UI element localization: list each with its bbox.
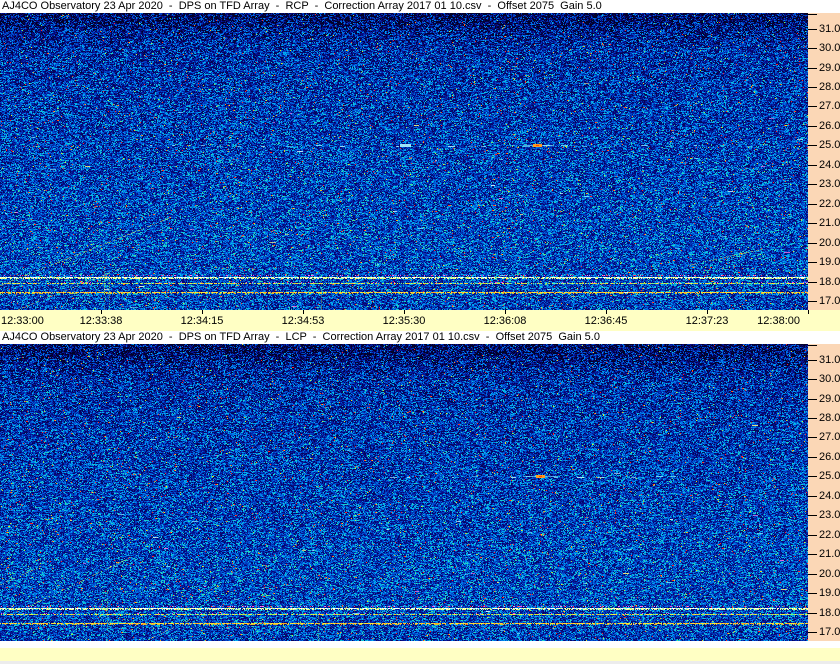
freq-tick-label: 19.0 bbox=[819, 587, 840, 599]
freq-tick bbox=[808, 87, 817, 88]
freq-tick bbox=[808, 14, 817, 15]
spectrogram-title-rcp: AJ4CO Observatory 23 Apr 2020 - DPS on T… bbox=[0, 0, 840, 13]
freq-tick-label: 25.0 bbox=[819, 139, 840, 151]
freq-tick-label: 31.0 bbox=[819, 23, 840, 35]
freq-tick bbox=[808, 496, 817, 497]
freq-tick-label: 24.0 bbox=[819, 159, 840, 171]
freq-tick bbox=[808, 437, 817, 438]
freq-tick bbox=[808, 262, 817, 263]
time-tick-label: 12:34:15 bbox=[180, 315, 224, 327]
freq-tick-label: 28.0 bbox=[819, 81, 840, 93]
freq-tick-label: 25.0 bbox=[819, 470, 840, 482]
freq-tick bbox=[808, 574, 817, 575]
freq-tick bbox=[808, 243, 817, 244]
freq-tick-label: 22.0 bbox=[819, 198, 840, 210]
freq-tick-label: 30.0 bbox=[819, 373, 840, 385]
freq-tick bbox=[808, 593, 817, 594]
freq-tick-label: 18.0 bbox=[819, 607, 840, 619]
freq-tick bbox=[808, 535, 817, 536]
time-axis: 12:33:00 12:33:38 12:34:15 12:34:53 12:35:30… bbox=[0, 310, 840, 331]
time-tick-label: 12:33:38 bbox=[79, 315, 123, 327]
freq-tick bbox=[808, 379, 817, 380]
freq-tick bbox=[808, 145, 817, 146]
time-tick-label: 12:37:23 bbox=[685, 315, 729, 327]
freq-tick bbox=[808, 68, 817, 69]
frequency-axis-lcp: 31.0 30.0 29.0 28.0 27.0 26.0 25.0 24.0 23.0 22.0… bbox=[808, 344, 840, 641]
freq-tick bbox=[808, 515, 817, 516]
freq-tick-label: 31.0 bbox=[819, 354, 840, 366]
time-tick-label: 12:34:53 bbox=[281, 315, 325, 327]
freq-tick-label: 24.0 bbox=[819, 490, 840, 502]
freq-tick bbox=[808, 204, 817, 205]
freq-tick bbox=[808, 457, 817, 458]
freq-tick bbox=[808, 418, 817, 419]
freq-tick-label: 28.0 bbox=[819, 412, 840, 424]
freq-tick-label: 17.0 bbox=[819, 295, 840, 307]
freq-tick-label: 23.0 bbox=[819, 509, 840, 521]
freq-tick-label: 29.0 bbox=[819, 393, 840, 405]
freq-tick bbox=[808, 632, 817, 633]
time-tick-label: 12:33:00 bbox=[1, 315, 44, 327]
freq-tick-label: 17.0 bbox=[819, 626, 840, 638]
freq-tick bbox=[808, 613, 817, 614]
time-tick bbox=[404, 310, 405, 314]
time-tick bbox=[808, 310, 809, 314]
freq-tick-label: 18.0 bbox=[819, 276, 840, 288]
time-tick bbox=[707, 310, 708, 314]
freq-tick bbox=[808, 48, 817, 49]
freq-tick bbox=[808, 126, 817, 127]
freq-tick-label: 26.0 bbox=[819, 451, 840, 463]
freq-tick bbox=[808, 184, 817, 185]
time-tick bbox=[202, 310, 203, 314]
freq-tick-label: 23.0 bbox=[819, 178, 840, 190]
freq-tick bbox=[808, 476, 817, 477]
time-tick-label: 12:36:45 bbox=[584, 315, 628, 327]
freq-tick-label: 21.0 bbox=[819, 217, 840, 229]
time-tick bbox=[606, 310, 607, 314]
spectrogram-title-lcp: AJ4CO Observatory 23 Apr 2020 - DPS on T… bbox=[0, 331, 840, 344]
freq-tick-label: 20.0 bbox=[819, 237, 840, 249]
freq-tick-label: 20.0 bbox=[819, 568, 840, 580]
freq-tick-label: 29.0 bbox=[819, 62, 840, 74]
bottom-time-strip bbox=[0, 648, 840, 661]
freq-tick-label: 30.0 bbox=[819, 42, 840, 54]
freq-tick bbox=[808, 282, 817, 283]
freq-tick bbox=[808, 554, 817, 555]
time-tick bbox=[303, 310, 304, 314]
freq-tick bbox=[808, 29, 817, 30]
freq-tick bbox=[808, 345, 817, 346]
freq-tick-label: 21.0 bbox=[819, 548, 840, 560]
freq-tick bbox=[808, 399, 817, 400]
spectrogram-canvas-lcp[interactable] bbox=[0, 344, 808, 641]
time-tick-label: 12:36:08 bbox=[483, 315, 527, 327]
freq-tick-label: 27.0 bbox=[819, 431, 840, 443]
time-tick bbox=[505, 310, 506, 314]
freq-tick-label: 26.0 bbox=[819, 120, 840, 132]
freq-tick bbox=[808, 301, 817, 302]
time-tick bbox=[101, 310, 102, 314]
spectrogram-canvas-rcp[interactable] bbox=[0, 13, 808, 310]
freq-tick bbox=[808, 223, 817, 224]
freq-tick-label: 19.0 bbox=[819, 256, 840, 268]
freq-tick bbox=[808, 106, 817, 107]
time-tick-label: 12:35:30 bbox=[382, 315, 426, 327]
freq-tick bbox=[808, 165, 817, 166]
freq-tick bbox=[808, 360, 817, 361]
freq-tick-label: 27.0 bbox=[819, 100, 840, 112]
freq-tick-label: 22.0 bbox=[819, 529, 840, 541]
frequency-axis-rcp: 31.0 30.0 29.0 28.0 27.0 26.0 25.0 24.0 23.0 22.0… bbox=[808, 13, 840, 310]
time-tick-label: 12:38:00 bbox=[757, 315, 800, 327]
app-window: { "panels": [ { "id": "rcp", "title": "A… bbox=[0, 0, 840, 664]
